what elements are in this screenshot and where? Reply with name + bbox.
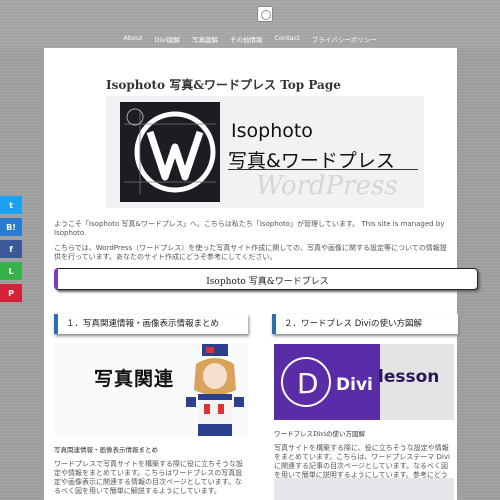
site-logo[interactable]	[257, 6, 273, 22]
divi-image-text: Divi	[336, 375, 373, 395]
nav-item-other[interactable]: その他情報	[230, 34, 263, 44]
pinterest-icon: P	[8, 288, 14, 298]
line-share-button[interactable]: L	[0, 262, 22, 280]
svg-text:D: D	[297, 367, 319, 400]
main-content: Isophoto 写真&ワードプレス Top Page Isophoto 写真&…	[44, 48, 478, 500]
banner-ghost-text: WordPress	[256, 171, 398, 201]
divi-logo: D Divi	[274, 344, 380, 420]
hatena-icon: B!	[6, 222, 16, 232]
left-column-subheading[interactable]: 写真関連情報・画像表示情報まとめ	[54, 446, 244, 455]
nav-item-photo[interactable]: 写真図解	[192, 34, 218, 44]
pinterest-share-button[interactable]: P	[0, 284, 22, 302]
nav-item-privacy[interactable]: プライバシーポリシー	[312, 34, 377, 44]
wordpress-logo-image	[120, 102, 220, 202]
nav-item-divi[interactable]: Divi図解	[155, 34, 180, 44]
intro-paragraph-1: ようこそ「Isophoto 写真&ワードプレス」へ。こちらは私たち「Isopho…	[54, 220, 445, 237]
line-icon: L	[8, 266, 14, 276]
facebook-icon: f	[9, 244, 13, 254]
section-title-text: Isophoto 写真&ワードプレス	[206, 277, 329, 287]
banner-divider	[228, 169, 418, 170]
left-column-text: 写真関連情報・画像表示情報まとめ ワードプレスで写真サイトを構築する際に役に立ち…	[54, 446, 244, 496]
divi-lesson-image[interactable]: D Divi lesson	[274, 344, 454, 420]
photo-category-image[interactable]: 写真関連	[54, 342, 248, 436]
intro-paragraph-2: こちらでは、WordPress（ワードプレス）を使った写真サイト作成に関しての、…	[54, 244, 447, 261]
main-nav: About Divi図解 写真図解 その他情報 Contact プライバシーポリ…	[0, 34, 500, 44]
right-column-preview-image[interactable]	[274, 478, 454, 500]
right-column-heading[interactable]: ２．ワードプレス Diviの使い方図解	[272, 314, 458, 334]
right-column-subheading[interactable]: ワードプレスDiviの使い方図解	[274, 430, 452, 439]
facebook-share-button[interactable]: f	[0, 240, 22, 258]
cosplay-figure-image	[182, 342, 248, 436]
twitter-icon: t	[9, 200, 13, 210]
hero-banner: Isophoto 写真&ワードプレス WordPress	[106, 96, 424, 208]
lesson-image-text: lesson	[378, 367, 440, 387]
banner-title-line1: Isophoto	[231, 120, 313, 142]
left-column-heading[interactable]: １．写真関連情報・画像表示情報まとめ	[54, 314, 248, 334]
twitter-share-button[interactable]: t	[0, 196, 22, 214]
nav-item-about[interactable]: About	[123, 34, 142, 44]
section-title-box: Isophoto 写真&ワードプレス	[54, 268, 478, 290]
site-header: About Divi図解 写真図解 その他情報 Contact プライバシーポリ…	[0, 0, 500, 48]
nav-item-contact[interactable]: Contact	[275, 34, 300, 44]
page-title: Isophoto 写真&ワードプレス Top Page	[106, 78, 341, 92]
left-column-body: ワードプレスで写真サイトを構築する際に役に立ちそうな設定や情報をまとめています。…	[54, 460, 243, 495]
intro-text: ようこそ「Isophoto 写真&ワードプレス」へ。こちらは私たち「Isopho…	[54, 220, 452, 268]
photo-image-text: 写真関連	[94, 368, 175, 390]
hatena-share-button[interactable]: B!	[0, 218, 22, 236]
